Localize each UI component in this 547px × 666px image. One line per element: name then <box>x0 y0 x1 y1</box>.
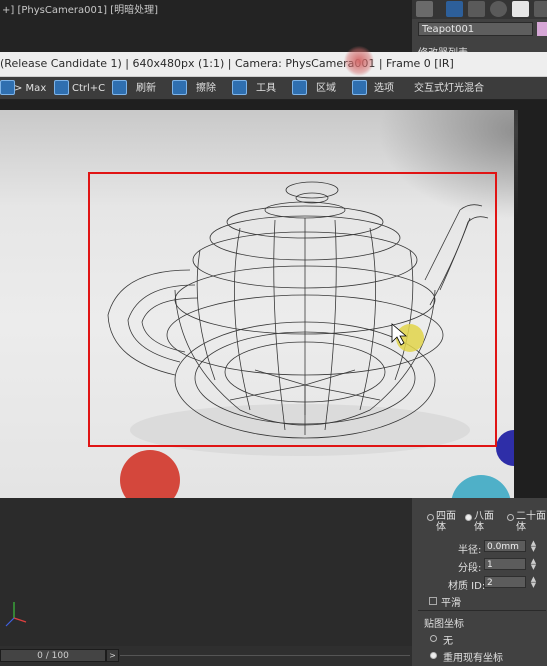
options-icon[interactable] <box>352 80 367 95</box>
octa-label: 八面体 <box>474 511 494 533</box>
render-window-title: (Release Candidate 1) | 640x480px (1:1) … <box>0 57 454 70</box>
timeline-track[interactable] <box>120 655 410 656</box>
hierarchy-tab-icon[interactable] <box>468 1 485 17</box>
smooth-checkbox[interactable] <box>429 597 437 605</box>
radius-label: 半径: <box>458 545 482 556</box>
copy-icon[interactable] <box>54 80 69 95</box>
click-indicator-icon <box>344 46 374 76</box>
red-sphere <box>120 450 180 498</box>
interactive-light-mix-button[interactable]: 交互式灯光混合 <box>414 80 484 97</box>
teapot-wireframe <box>88 172 514 498</box>
refresh-icon[interactable] <box>112 80 127 95</box>
refresh-button[interactable]: 刷新 <box>136 80 156 97</box>
mapping-none-label: 无 <box>443 636 453 647</box>
icosa-label: 二十面体 <box>516 511 546 533</box>
create-tab-icon[interactable] <box>416 1 433 17</box>
mapping-coords-title[interactable]: 贴图坐标 <box>424 615 464 630</box>
clear-icon[interactable] <box>172 80 187 95</box>
modify-tab-icon[interactable] <box>446 1 463 17</box>
region-icon[interactable] <box>292 80 307 95</box>
clear-button[interactable]: 擦除 <box>196 80 216 97</box>
material-id-spinner[interactable]: 2 <box>484 576 526 588</box>
tools-button[interactable]: 工具 <box>256 80 276 97</box>
material-id-spinner-arrows-icon[interactable]: ▲ ▼ <box>529 576 538 589</box>
mapping-reuse-label: 重用现有坐标 <box>443 653 503 664</box>
mapping-none-radio[interactable] <box>430 635 437 642</box>
motion-tab-icon[interactable] <box>490 1 507 17</box>
icosa-radio[interactable] <box>507 514 514 521</box>
save-icon[interactable] <box>0 80 15 95</box>
axis-gizmo-icon <box>5 602 27 627</box>
segments-label: 分段: <box>458 563 482 574</box>
viewport-label[interactable]: +] [PhysCamera001] [明暗处理] <box>2 1 158 16</box>
command-panel-tabs <box>412 0 547 19</box>
utilities-tab-icon[interactable] <box>534 1 547 17</box>
options-button[interactable]: 选项 <box>374 80 394 97</box>
region-button[interactable]: 区域 <box>316 80 336 97</box>
rollout-divider <box>418 610 546 611</box>
copy-button[interactable]: Ctrl+C <box>72 80 105 97</box>
mapping-reuse-radio[interactable] <box>430 652 437 659</box>
segments-spinner[interactable]: 1 <box>484 558 526 570</box>
display-tab-icon[interactable] <box>512 1 529 17</box>
time-next-button[interactable]: > <box>106 649 119 662</box>
tetra-radio[interactable] <box>427 514 434 521</box>
object-name-field[interactable]: Teapot001 <box>418 22 533 36</box>
material-id-label: 材质 ID: <box>448 581 486 592</box>
send-to-max-button[interactable]: > Max <box>14 80 46 97</box>
smooth-label: 平滑 <box>441 598 461 609</box>
cyan-sphere <box>451 475 511 498</box>
blue-sphere <box>496 430 514 466</box>
time-slider[interactable]: 0 / 100 <box>0 649 106 662</box>
segments-spinner-arrows-icon[interactable]: ▲ ▼ <box>529 558 538 571</box>
tools-icon[interactable] <box>232 80 247 95</box>
radius-spinner-arrows-icon[interactable]: ▲ ▼ <box>529 540 538 553</box>
octa-radio[interactable] <box>465 514 472 521</box>
tetra-label: 四面体 <box>436 511 456 533</box>
object-color-swatch[interactable] <box>537 22 547 36</box>
radius-spinner[interactable]: 0.0mm <box>484 540 526 552</box>
